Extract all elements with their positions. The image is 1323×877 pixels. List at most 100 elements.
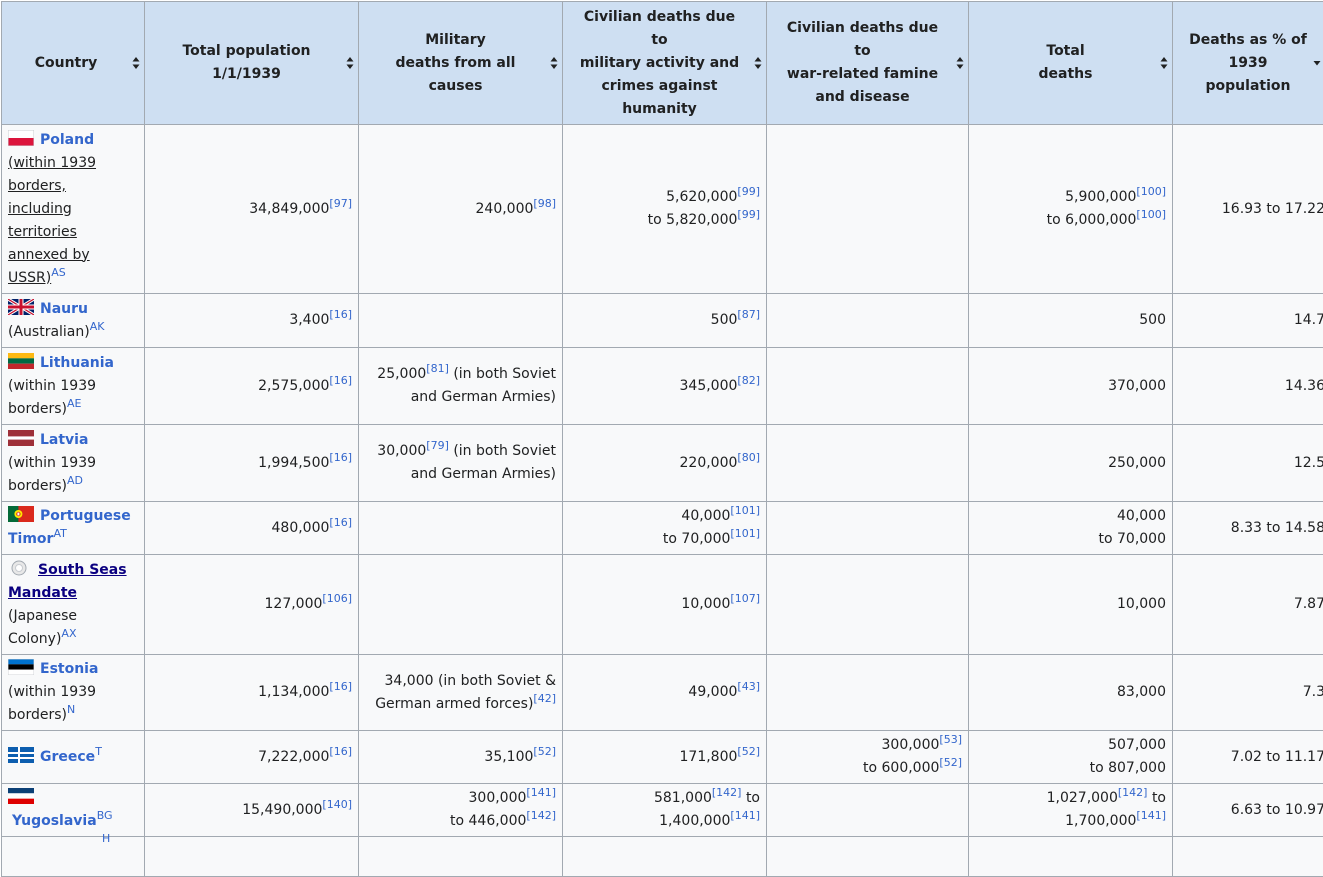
- reference-link[interactable]: [43]: [737, 680, 760, 693]
- casualties-table: Country Total population1/1/1939 Militar…: [1, 1, 1323, 877]
- reference-link[interactable]: [53]: [939, 733, 962, 746]
- yugoslavia-flag-icon: [8, 788, 34, 804]
- reference-link[interactable]: [87]: [737, 308, 760, 321]
- reference-link[interactable]: [142]: [526, 809, 556, 822]
- famine-deaths-cell: [767, 502, 969, 555]
- country-cell: Poland (within 1939 borders, including t…: [2, 125, 145, 294]
- civilian-deaths-cell: 40,000[101]to 70,000[101]: [563, 502, 767, 555]
- country-cell: Latvia (within 1939 borders)AD: [2, 425, 145, 502]
- country-cell: GreeceT: [2, 731, 145, 784]
- country-link[interactable]: Latvia: [40, 432, 88, 448]
- reference-link[interactable]: [98]: [533, 197, 556, 210]
- military-deaths-cell: [359, 837, 563, 877]
- country-link[interactable]: Nauru: [40, 301, 88, 317]
- note-link[interactable]: T: [95, 745, 102, 758]
- famine-deaths-cell: [767, 555, 969, 655]
- reference-link[interactable]: [140]: [322, 798, 352, 811]
- country-cell: South Seas Mandate (Japanese Colony)AX: [2, 555, 145, 655]
- column-header-total-deaths[interactable]: Totaldeaths: [969, 2, 1173, 125]
- note-link[interactable]: AS: [51, 266, 66, 279]
- military-deaths-cell: [359, 294, 563, 348]
- reference-link[interactable]: [142]: [1118, 786, 1148, 799]
- total-deaths-cell: 250,000: [969, 425, 1173, 502]
- country-link[interactable]: Lithuania: [40, 355, 114, 371]
- reference-link[interactable]: [16]: [329, 680, 352, 693]
- sort-icon: [754, 56, 762, 70]
- country-link[interactable]: Poland: [40, 132, 94, 148]
- country-cell: Portuguese TimorAT: [2, 502, 145, 555]
- population-cell: [145, 837, 359, 877]
- reference-link[interactable]: [16]: [329, 451, 352, 464]
- military-deaths-cell: 30,000[79] (in both Sovietand German Arm…: [359, 425, 563, 502]
- reference-link[interactable]: [79]: [426, 439, 449, 452]
- column-header-country[interactable]: Country: [2, 2, 145, 125]
- deaths-percent-cell: 7.87: [1173, 555, 1323, 655]
- country-cell: YugoslaviaBG: [2, 784, 145, 837]
- reference-link[interactable]: [16]: [329, 516, 352, 529]
- poland-flag-icon: [8, 130, 34, 146]
- column-header-deaths-percent[interactable]: Deaths as % of1939population: [1173, 2, 1323, 125]
- country-link[interactable]: Greece: [40, 749, 95, 765]
- note-link[interactable]: AT: [53, 527, 66, 540]
- table-row: H: [2, 837, 1323, 877]
- note-link[interactable]: AD: [67, 474, 83, 487]
- lithuania-flag-icon: [8, 353, 34, 369]
- reference-link[interactable]: [80]: [737, 451, 760, 464]
- note-link[interactable]: AK: [90, 320, 105, 333]
- table-row: Poland (within 1939 borders, including t…: [2, 125, 1323, 294]
- column-header-civilian-deaths-military[interactable]: Civilian deaths duetomilitary activity a…: [563, 2, 767, 125]
- reference-link[interactable]: [52]: [533, 745, 556, 758]
- country-link[interactable]: Timor: [8, 531, 53, 547]
- reference-link[interactable]: [107]: [730, 592, 760, 605]
- reference-link[interactable]: [82]: [737, 374, 760, 387]
- note-link[interactable]: N: [67, 703, 75, 716]
- country-link[interactable]: Portuguese: [40, 508, 131, 524]
- sort-icon: [956, 56, 964, 70]
- reference-link[interactable]: [81]: [426, 362, 449, 375]
- military-deaths-cell: 300,000[141]to 446,000[142]: [359, 784, 563, 837]
- reference-link[interactable]: [141]: [526, 786, 556, 799]
- reference-link[interactable]: [100]: [1136, 185, 1166, 198]
- reference-link[interactable]: [141]: [1136, 809, 1166, 822]
- reference-link[interactable]: [101]: [730, 527, 760, 540]
- reference-link[interactable]: [141]: [730, 809, 760, 822]
- country-link[interactable]: Yugoslavia: [12, 813, 97, 829]
- reference-link[interactable]: [16]: [329, 374, 352, 387]
- column-header-civilian-deaths-famine[interactable]: Civilian deaths duetowar-related faminea…: [767, 2, 969, 125]
- reference-link[interactable]: [99]: [737, 185, 760, 198]
- famine-deaths-cell: [767, 655, 969, 731]
- reference-link[interactable]: [16]: [329, 745, 352, 758]
- column-header-military-deaths[interactable]: Militarydeaths from allcauses: [359, 2, 563, 125]
- deaths-percent-cell: 16.93 to 17.22: [1173, 125, 1323, 294]
- reference-link[interactable]: [106]: [322, 592, 352, 605]
- country-cell: Estonia (within 1939 borders)N: [2, 655, 145, 731]
- reference-link[interactable]: [142]: [712, 786, 742, 799]
- reference-link[interactable]: [42]: [533, 692, 556, 705]
- reference-link[interactable]: [100]: [1136, 208, 1166, 221]
- total-deaths-cell: [969, 837, 1173, 877]
- reference-link[interactable]: [99]: [737, 208, 760, 221]
- country-link[interactable]: South Seas: [38, 562, 127, 578]
- note-link[interactable]: AX: [61, 627, 76, 640]
- reference-link[interactable]: [16]: [329, 308, 352, 321]
- military-deaths-cell: [359, 555, 563, 655]
- civilian-deaths-cell: 171,800[52]: [563, 731, 767, 784]
- reference-link[interactable]: [101]: [730, 504, 760, 517]
- famine-deaths-cell: [767, 425, 969, 502]
- country-link[interactable]: Estonia: [40, 661, 98, 677]
- country-cell: Lithuania (within 1939 borders)AE: [2, 348, 145, 425]
- sort-icon: [132, 56, 140, 70]
- note-link[interactable]: BG: [97, 809, 113, 822]
- reference-link[interactable]: [52]: [737, 745, 760, 758]
- population-cell: 3,400[16]: [145, 294, 359, 348]
- country-link[interactable]: Mandate: [8, 585, 77, 601]
- note-link[interactable]: AE: [67, 397, 81, 410]
- famine-deaths-cell: [767, 348, 969, 425]
- column-header-total-population[interactable]: Total population1/1/1939: [145, 2, 359, 125]
- reference-link[interactable]: [97]: [329, 197, 352, 210]
- famine-deaths-cell: 300,000[53]to 600,000[52]: [767, 731, 969, 784]
- deaths-percent-cell: 12.5: [1173, 425, 1323, 502]
- deaths-percent-cell: 6.63 to 10.97: [1173, 784, 1323, 837]
- reference-link[interactable]: [52]: [939, 756, 962, 769]
- note-link[interactable]: H: [102, 832, 110, 845]
